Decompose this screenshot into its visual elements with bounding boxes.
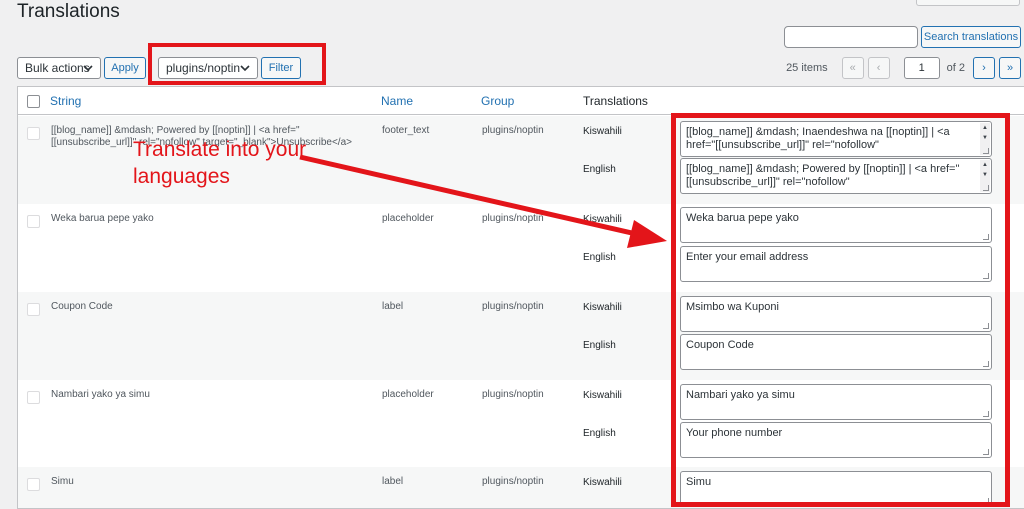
- row-language-kiswahili: Kiswahili: [583, 477, 622, 488]
- last-page-button[interactable]: »: [999, 57, 1021, 79]
- items-count: 25 items: [786, 62, 828, 74]
- row-group: plugins/noptin: [482, 389, 544, 400]
- column-name[interactable]: Name: [381, 94, 413, 108]
- annotation-text: Translate into your languages: [133, 138, 307, 188]
- row-language-kiswahili: Kiswahili: [583, 390, 622, 401]
- row-checkbox[interactable]: [27, 478, 40, 491]
- previous-page-button[interactable]: ‹: [867, 57, 890, 79]
- column-group[interactable]: Group: [481, 94, 514, 108]
- page-title: Translations: [17, 1, 120, 22]
- bulk-actions-select[interactable]: Bulk actions: [17, 57, 101, 79]
- filter-highlight-box: [148, 43, 326, 85]
- table-header: String Name Group Translations: [18, 87, 1024, 115]
- current-page-input[interactable]: 1: [903, 57, 940, 79]
- row-checkbox[interactable]: [27, 391, 40, 404]
- apply-button[interactable]: Apply: [104, 57, 146, 79]
- search-translations-button[interactable]: Search translations: [921, 26, 1021, 48]
- row-language-kiswahili: Kiswahili: [583, 214, 622, 225]
- row-language-english: English: [583, 340, 616, 351]
- row-name: label: [382, 301, 404, 312]
- row-name: placeholder: [382, 389, 434, 400]
- column-string[interactable]: String: [50, 94, 81, 108]
- row-checkbox[interactable]: [27, 303, 40, 316]
- row-string: Simu: [51, 476, 74, 487]
- pagination: 25 items « ‹ 1 of 2 › »: [786, 57, 1021, 79]
- row-string: Nambari yako ya simu: [51, 389, 150, 400]
- row-name: label: [382, 476, 404, 487]
- row-group: plugins/noptin: [482, 125, 544, 136]
- translations-highlight-box: [671, 113, 1010, 507]
- bulk-actions-label: Bulk actions: [25, 61, 90, 75]
- row-string: Coupon Code: [51, 301, 113, 312]
- column-translations: Translations: [583, 94, 648, 108]
- first-page-button[interactable]: «: [841, 57, 864, 79]
- row-name: footer_text: [382, 125, 430, 136]
- row-name: placeholder: [382, 213, 434, 224]
- row-language-english: English: [583, 428, 616, 439]
- row-group: plugins/noptin: [482, 301, 544, 312]
- row-language-english: English: [583, 252, 616, 263]
- total-pages: of 2: [946, 62, 965, 74]
- row-string: Weka barua pepe yako: [51, 213, 154, 224]
- search-input[interactable]: [784, 26, 918, 48]
- next-page-button[interactable]: ›: [973, 57, 995, 79]
- select-all-checkbox[interactable]: [27, 95, 40, 108]
- row-checkbox[interactable]: [27, 127, 40, 140]
- row-group: plugins/noptin: [482, 213, 544, 224]
- row-language-english: English: [583, 164, 616, 175]
- row-language-kiswahili: Kiswahili: [583, 126, 622, 137]
- row-language-kiswahili: Kiswahili: [583, 302, 622, 313]
- screen-options-tab[interactable]: [916, 0, 1020, 6]
- row-group: plugins/noptin: [482, 476, 544, 487]
- row-checkbox[interactable]: [27, 215, 40, 228]
- chevron-down-icon: [83, 65, 93, 72]
